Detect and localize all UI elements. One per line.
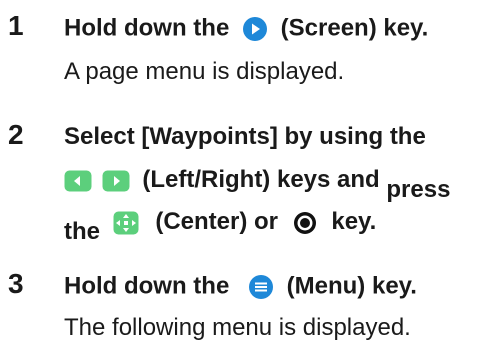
step-1-instruction-key: (Screen) key.: [280, 14, 429, 42]
step-2-center-text: (Center) or: [155, 208, 279, 235]
step-2-instruction-line1: Select [Waypoints] by using the: [64, 123, 426, 150]
step-1-result: A page menu is displayed.: [64, 58, 345, 85]
step-2-key-end: key.: [331, 208, 377, 235]
step-2-instruction-line3: the (Center) or key.: [64, 208, 377, 244]
step-2-the: the: [64, 218, 100, 245]
step-3-instruction-key: (Menu) key.: [286, 272, 417, 300]
step-number-2: 2: [8, 119, 24, 150]
step-1-instruction-before: Hold down the: [64, 14, 230, 42]
step-2-keys-text: (Left/Right) keys and: [142, 166, 380, 193]
step-3-instruction: Hold down the (Menu) key.: [64, 274, 417, 300]
step-number-1: 1: [8, 10, 24, 41]
step-1-instruction: Hold down the (Screen) key.: [64, 16, 428, 42]
step-2-instruction-line2: (Left/Right) keys and press: [64, 166, 450, 202]
step-3-result: The following menu is displayed.: [64, 314, 411, 341]
step-3-instruction-before: Hold down the: [64, 272, 230, 300]
screen-key-icon: [242, 16, 268, 42]
center-key-icon: [113, 211, 139, 235]
menu-key-icon: [248, 274, 274, 300]
enter-dot-key-icon: [293, 211, 317, 235]
step-2-press: press: [386, 176, 451, 203]
right-arrow-key-icon: [102, 170, 130, 192]
left-arrow-key-icon: [64, 170, 92, 192]
step-number-3: 3: [8, 268, 24, 299]
